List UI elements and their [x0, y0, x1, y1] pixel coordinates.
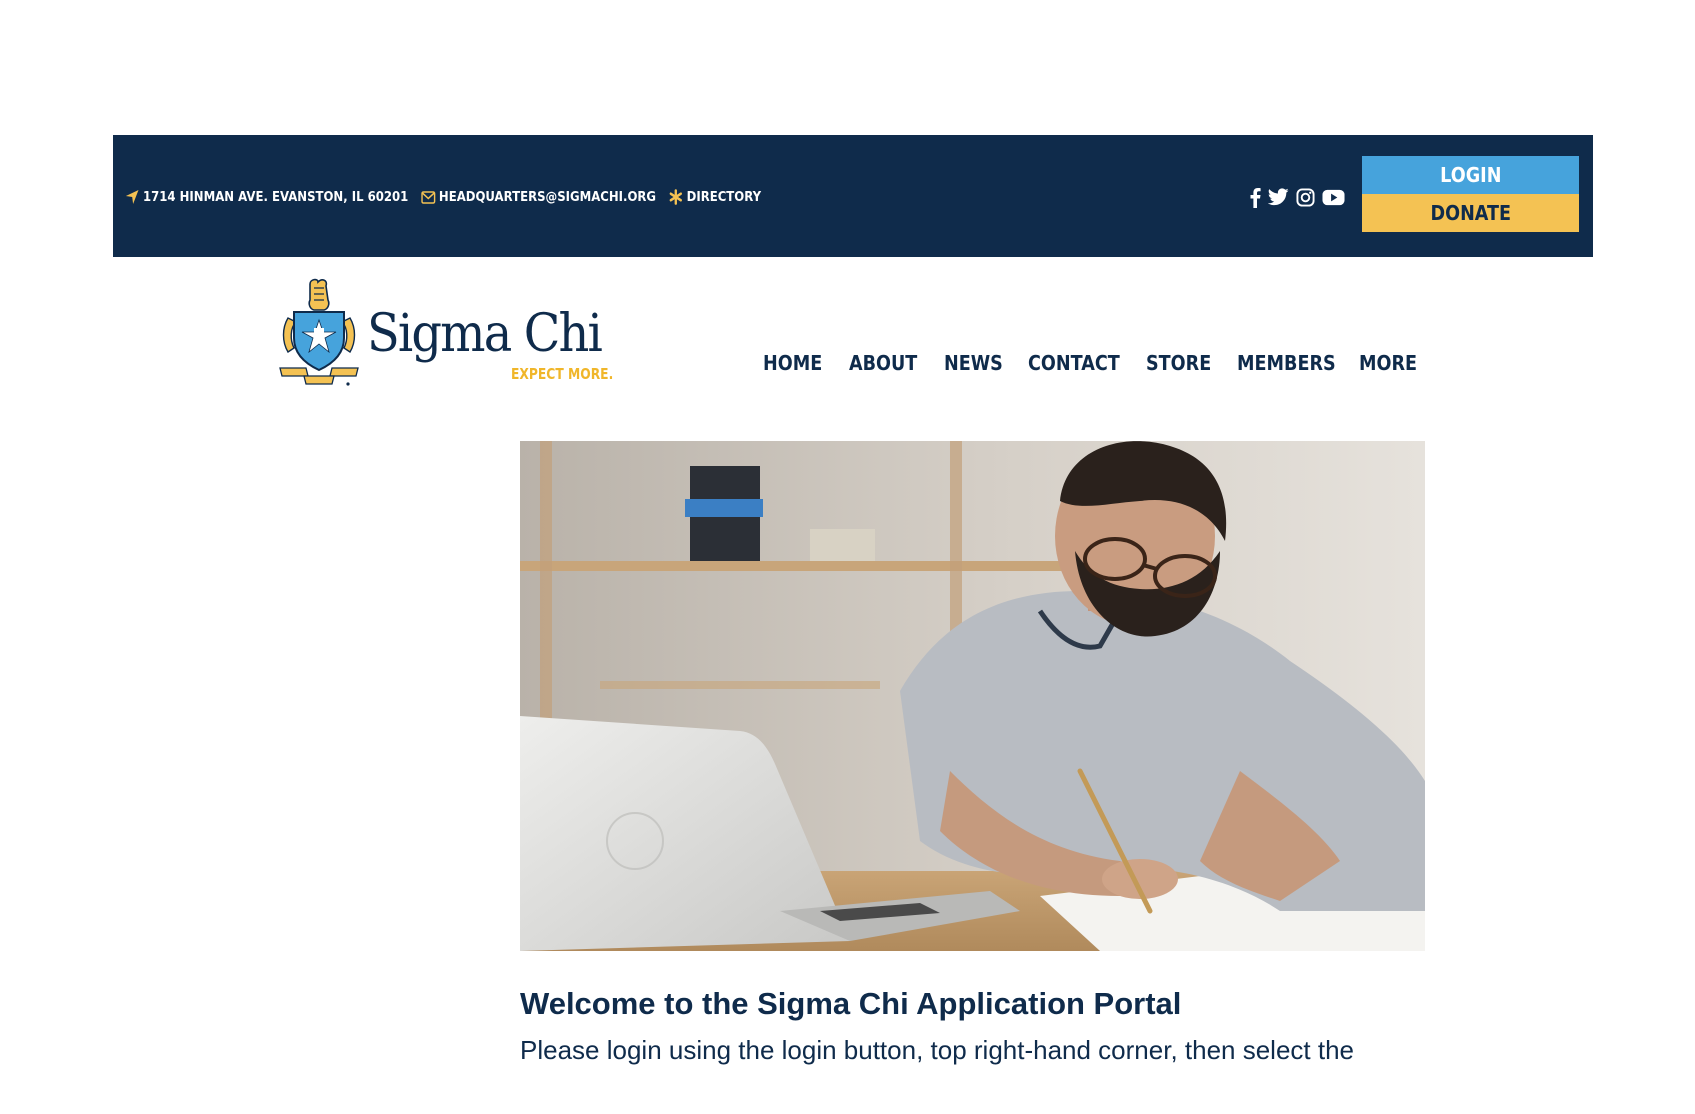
address-text: 1714 HINMAN AVE. EVANSTON, IL 60201	[143, 189, 409, 205]
nav-item-store[interactable]: STORE	[1146, 351, 1226, 375]
nav-item-contact[interactable]: CONTACT	[1028, 351, 1132, 375]
logo-title: Sigma Chi	[367, 304, 603, 364]
asterisk-icon	[669, 189, 683, 205]
nav-item-about[interactable]: ABOUT	[849, 351, 933, 375]
location-arrow-icon	[125, 189, 139, 205]
directory-link[interactable]: DIRECTORY	[669, 189, 761, 205]
nav-item-news[interactable]: NEWS	[944, 351, 1018, 375]
instagram-icon[interactable]	[1296, 187, 1315, 207]
envelope-icon	[421, 190, 436, 204]
youtube-icon[interactable]	[1322, 189, 1345, 206]
social-links	[1249, 185, 1345, 209]
top-bar: 1714 HINMAN AVE. EVANSTON, IL 60201 HEAD…	[113, 135, 1593, 257]
nav-item-more[interactable]: MORE	[1359, 351, 1417, 375]
page-frame: 1714 HINMAN AVE. EVANSTON, IL 60201 HEAD…	[113, 135, 1593, 1080]
intro-text: Please login using the login button, top…	[520, 1035, 1355, 1065]
login-label: LOGIN	[1439, 163, 1502, 187]
donate-label: DONATE	[1430, 201, 1511, 225]
logo-tagline: EXPECT MORE.	[511, 365, 614, 383]
contact-info: 1714 HINMAN AVE. EVANSTON, IL 60201 HEAD…	[125, 187, 761, 207]
address-link[interactable]: 1714 HINMAN AVE. EVANSTON, IL 60201	[125, 189, 408, 205]
page-title: Welcome to the Sigma Chi Application Por…	[520, 986, 1182, 1021]
sigma-chi-logo[interactable]: Sigma Chi EXPECT MORE.	[278, 276, 613, 386]
twitter-icon[interactable]	[1268, 188, 1289, 206]
directory-text: DIRECTORY	[686, 189, 762, 205]
donate-button[interactable]: DONATE	[1362, 194, 1579, 232]
hero-image	[520, 441, 1425, 951]
main-nav: HOME ABOUT NEWS CONTACT STORE MEMBERS MO…	[763, 348, 1425, 378]
email-text: HEADQUARTERS@SIGMACHI.ORG	[438, 189, 657, 205]
facebook-icon[interactable]	[1249, 187, 1261, 208]
nav-item-home[interactable]: HOME	[763, 351, 839, 375]
nav-item-members[interactable]: MEMBERS	[1237, 351, 1344, 375]
email-link[interactable]: HEADQUARTERS@SIGMACHI.ORG	[421, 190, 656, 205]
login-button[interactable]: LOGIN	[1362, 156, 1579, 194]
